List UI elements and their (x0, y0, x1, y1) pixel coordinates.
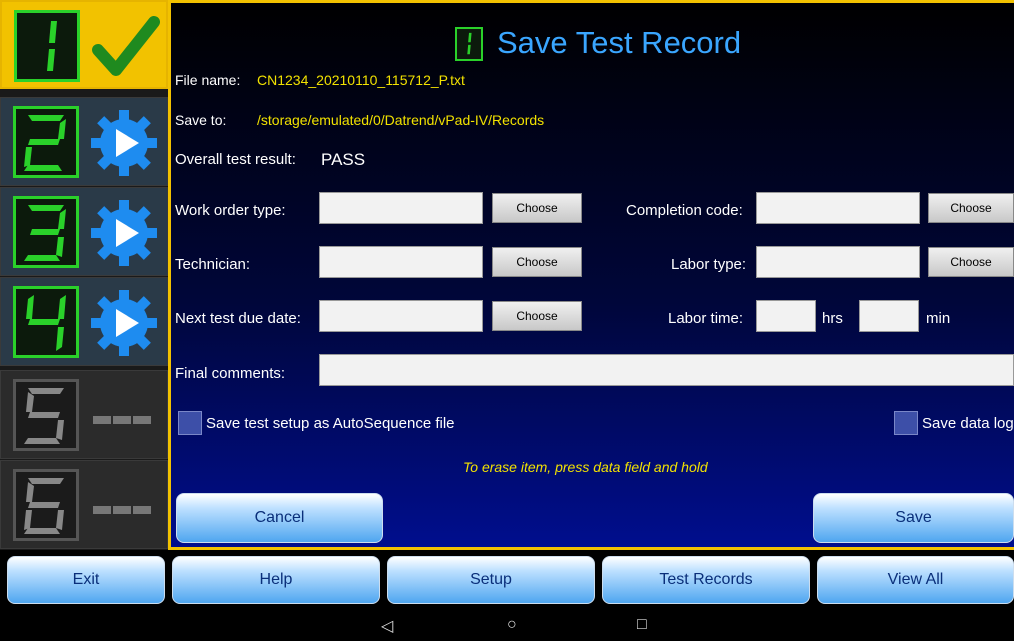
save-to-path: /storage/emulated/0/Datrend/vPad-IV/Reco… (257, 112, 545, 128)
step-3[interactable] (0, 187, 168, 276)
technician-field[interactable] (319, 246, 483, 278)
save-autosequence-checkbox[interactable] (178, 411, 202, 435)
back-icon[interactable]: ◁ (381, 616, 393, 636)
step-4-digit (13, 286, 79, 358)
step-6-empty-indicator (93, 501, 155, 514)
gear-play-icon (89, 108, 159, 178)
labor-time-minutes-field[interactable] (859, 300, 919, 332)
labor-time-label: Labor time: (668, 310, 744, 327)
help-button[interactable]: Help (172, 556, 380, 604)
next-test-due-field[interactable] (319, 300, 483, 332)
gear-play-icon (89, 198, 159, 268)
labor-time-hours-field[interactable] (756, 300, 816, 332)
recents-icon[interactable]: □ (637, 616, 647, 634)
exit-button[interactable]: Exit (7, 556, 165, 604)
file-name-value: CN1234_20210110_115712_P.txt (257, 72, 465, 88)
setup-button[interactable]: Setup (387, 556, 595, 604)
erase-hint: To erase item, press data field and hold (463, 459, 708, 475)
labor-type-field[interactable] (756, 246, 920, 278)
save-button[interactable]: Save (813, 493, 1014, 543)
step-panel (0, 0, 168, 550)
save-to-label: Save to: (175, 112, 227, 128)
step-6-digit (13, 469, 79, 541)
work-order-type-label: Work order type: (175, 202, 286, 219)
minutes-unit-label: min (926, 310, 951, 327)
next-test-due-choose-button[interactable]: Choose (492, 301, 582, 331)
save-record-panel: Save Test Record File name: CN1234_20210… (168, 0, 1014, 550)
system-nav-bar: ◁ ○ □ (0, 610, 1014, 641)
cancel-button[interactable]: Cancel (176, 493, 383, 543)
completion-code-label: Completion code: (626, 202, 743, 219)
technician-choose-button[interactable]: Choose (492, 247, 582, 277)
step-2[interactable] (0, 97, 168, 186)
step-6[interactable] (0, 460, 168, 549)
view-all-button[interactable]: View All (817, 556, 1014, 604)
final-comments-label: Final comments: (175, 365, 286, 382)
work-order-type-field[interactable] (319, 192, 483, 224)
checkmark-icon (90, 12, 160, 82)
step-5[interactable] (0, 370, 168, 459)
work-order-type-choose-button[interactable]: Choose (492, 193, 582, 223)
gear-play-icon (89, 288, 159, 358)
step-5-empty-indicator (93, 411, 155, 424)
page-title: Save Test Record (497, 25, 742, 60)
file-name-label: File name: (175, 72, 241, 88)
hours-unit-label: hrs (822, 310, 843, 327)
labor-type-label: Labor type: (671, 256, 747, 273)
labor-type-choose-button[interactable]: Choose (928, 247, 1014, 277)
save-data-log-label: Save data log (922, 415, 1014, 432)
step-3-digit (13, 196, 79, 268)
next-test-due-label: Next test due date: (175, 310, 301, 327)
overall-result-label: Overall test result: (175, 151, 296, 168)
step-5-digit (13, 379, 79, 451)
completion-code-field[interactable] (756, 192, 920, 224)
step-1[interactable] (0, 0, 168, 89)
technician-label: Technician: (175, 256, 251, 273)
final-comments-field[interactable] (319, 354, 1014, 386)
home-icon[interactable]: ○ (507, 616, 517, 634)
step-2-digit (13, 106, 79, 178)
completion-code-choose-button[interactable]: Choose (928, 193, 1014, 223)
test-records-button[interactable]: Test Records (602, 556, 810, 604)
header-step-digit (455, 27, 483, 61)
save-autosequence-label: Save test setup as AutoSequence file (206, 415, 455, 432)
step-1-digit (14, 10, 80, 82)
bottom-nav: Exit Help Setup Test Records View All (0, 550, 1014, 610)
step-4[interactable] (0, 277, 168, 366)
overall-result-value: PASS (321, 150, 366, 169)
save-data-log-checkbox[interactable] (894, 411, 918, 435)
